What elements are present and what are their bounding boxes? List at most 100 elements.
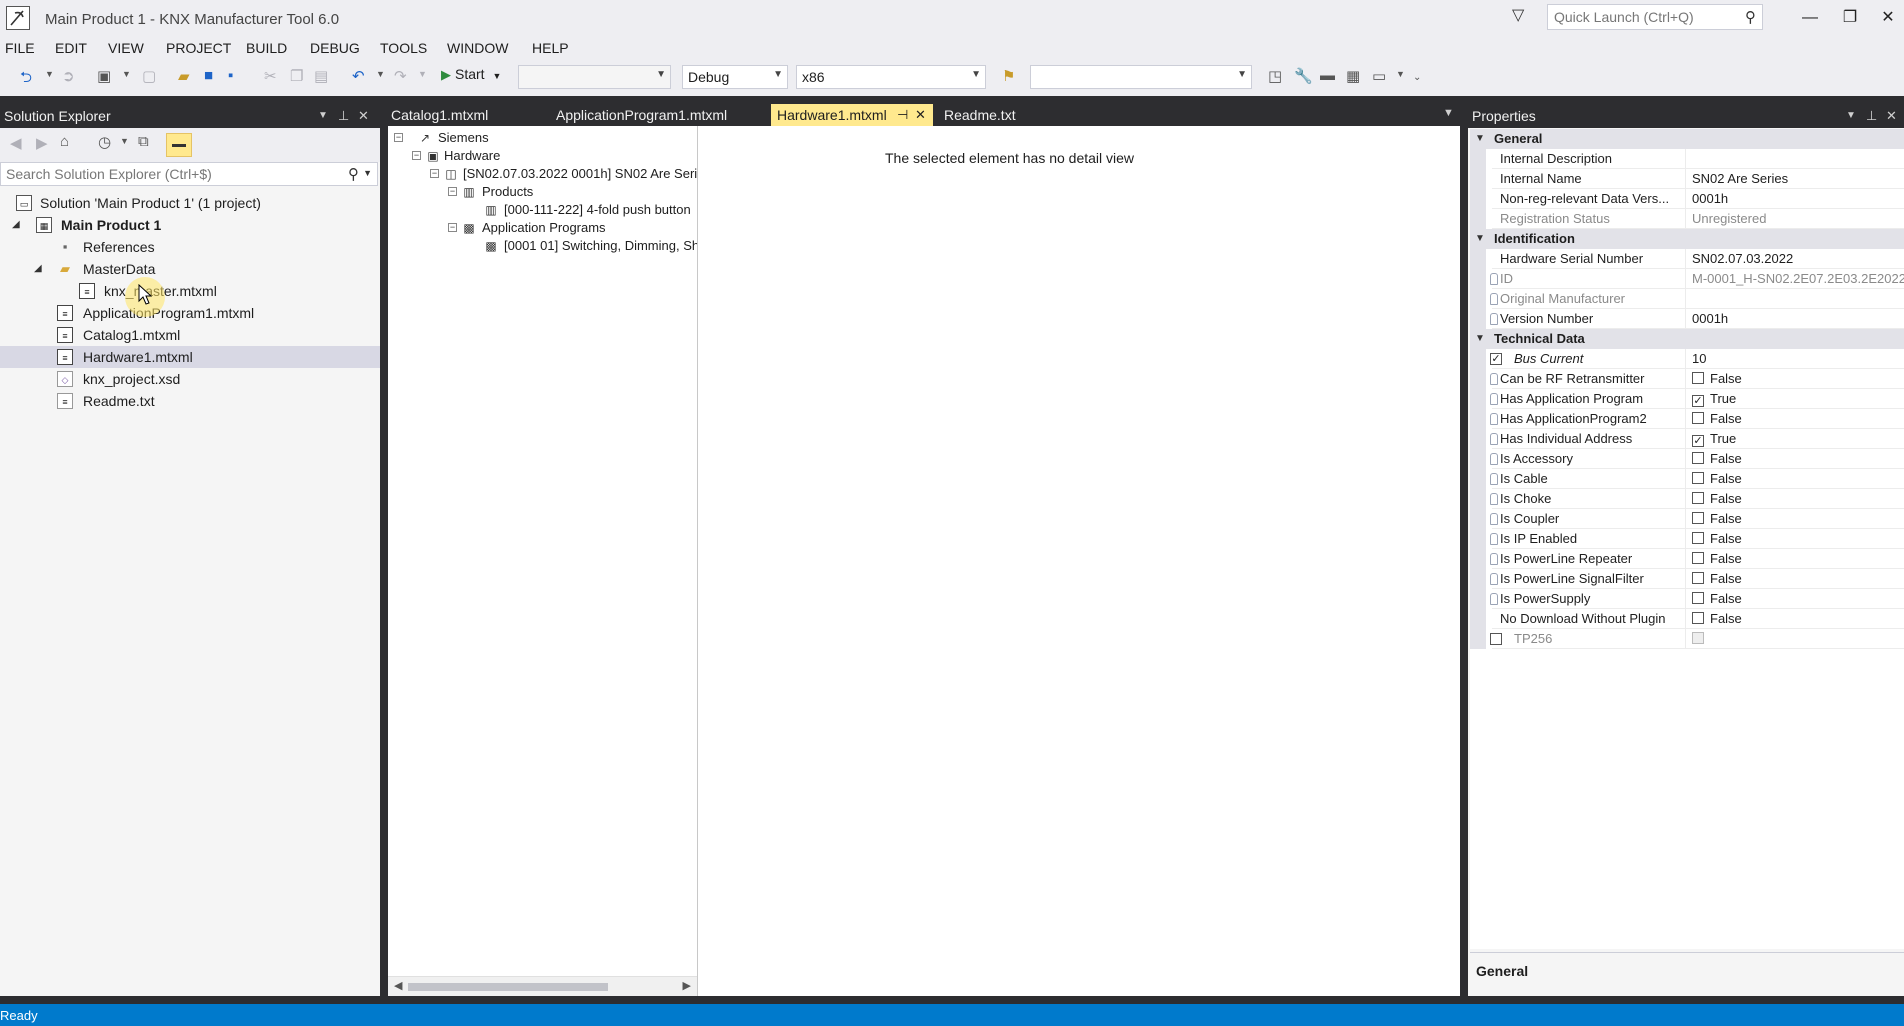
- pin-tab-icon[interactable]: ⊣: [897, 107, 908, 123]
- collapse-all-icon[interactable]: ⧉: [138, 133, 149, 150]
- property-row[interactable]: Internal Name SN02 Are Series: [1470, 169, 1904, 189]
- save-icon[interactable]: ■: [204, 67, 213, 84]
- checkbox-unchecked[interactable]: [1692, 372, 1704, 384]
- property-value[interactable]: False: [1686, 409, 1904, 429]
- checkbox-unchecked[interactable]: [1692, 552, 1704, 564]
- tree-item-solution[interactable]: ▭ Solution 'Main Product 1' (1 project): [0, 192, 380, 214]
- tab-readme[interactable]: Readme.txt: [938, 104, 1048, 126]
- menu-project[interactable]: PROJECT: [166, 40, 231, 56]
- property-value[interactable]: ✓ True: [1686, 429, 1904, 449]
- notification-filter-icon[interactable]: ▽: [1512, 5, 1524, 25]
- collapse-box-icon[interactable]: −: [430, 169, 439, 178]
- checkbox-unchecked[interactable]: [1692, 592, 1704, 604]
- scroll-left-icon[interactable]: ◀: [394, 979, 402, 992]
- start-debugging-button[interactable]: ▶ Start ▼: [441, 66, 501, 83]
- cut-icon[interactable]: ✂: [264, 67, 277, 85]
- home-icon[interactable]: ⌂: [60, 133, 69, 150]
- tree-item-applicationprogram1[interactable]: ≡ ApplicationProgram1.mtxml: [0, 302, 380, 324]
- property-row[interactable]: ✓ Bus Current 10: [1470, 349, 1904, 369]
- checkbox-unchecked[interactable]: [1692, 512, 1704, 524]
- new-dropdown-icon[interactable]: ▼: [122, 69, 131, 79]
- checkbox-unchecked[interactable]: [1692, 472, 1704, 484]
- property-row[interactable]: Has Application Program ✓ True: [1470, 389, 1904, 409]
- save-all-icon[interactable]: ▪: [228, 67, 233, 84]
- properties-wrench-icon[interactable]: 🔧: [1294, 67, 1313, 85]
- add-item-icon[interactable]: ▢: [142, 67, 156, 85]
- sync-active-document-button[interactable]: [166, 133, 192, 157]
- property-row[interactable]: Can be RF Retransmitter False: [1470, 369, 1904, 389]
- property-row[interactable]: Is Coupler False: [1470, 509, 1904, 529]
- property-row[interactable]: TP256: [1470, 629, 1904, 649]
- menu-debug[interactable]: DEBUG: [310, 40, 360, 56]
- solution-explorer-icon[interactable]: ◳: [1268, 67, 1282, 85]
- horizontal-scrollbar[interactable]: ◀ ▶: [388, 976, 697, 996]
- property-value[interactable]: 0001h: [1686, 189, 1904, 209]
- checkbox-unchecked[interactable]: [1692, 452, 1704, 464]
- menu-edit[interactable]: EDIT: [55, 40, 87, 56]
- property-value[interactable]: ✓ True: [1686, 389, 1904, 409]
- tree-item-project[interactable]: ◢ ▦ Main Product 1: [0, 214, 380, 236]
- copy-icon[interactable]: ❐: [290, 67, 303, 85]
- checkbox-unchecked[interactable]: [1692, 612, 1704, 624]
- solution-configuration-combo[interactable]: Debug ▼: [682, 65, 788, 89]
- paste-icon[interactable]: ▤: [314, 67, 328, 85]
- checkbox-checked[interactable]: ✓: [1692, 395, 1704, 407]
- tab-catalog1[interactable]: Catalog1.mtxml: [388, 104, 538, 126]
- find-in-files-icon[interactable]: ⚑: [1002, 67, 1015, 85]
- find-combo[interactable]: ▼: [1030, 65, 1252, 89]
- scroll-right-icon[interactable]: ▶: [683, 979, 691, 992]
- collapse-arrow-icon[interactable]: ▼: [1475, 229, 1485, 249]
- property-row[interactable]: Has ApplicationProgram2 False: [1470, 409, 1904, 429]
- property-row[interactable]: Registration Status Unregistered: [1470, 209, 1904, 229]
- property-row[interactable]: Internal Description: [1470, 149, 1904, 169]
- tree-item-knx-project-xsd[interactable]: ◇ knx_project.xsd: [0, 368, 380, 390]
- property-row[interactable]: Is IP Enabled False: [1470, 529, 1904, 549]
- property-row[interactable]: Is PowerLine SignalFilter False: [1470, 569, 1904, 589]
- property-row[interactable]: Is Cable False: [1470, 469, 1904, 489]
- pin-icon[interactable]: ⊥: [1866, 108, 1877, 124]
- property-value[interactable]: Unregistered: [1686, 209, 1904, 229]
- checkbox-unchecked[interactable]: [1692, 492, 1704, 504]
- property-value[interactable]: [1686, 149, 1904, 169]
- quick-launch-input[interactable]: Quick Launch (Ctrl+Q) ⚲: [1547, 4, 1763, 30]
- property-row[interactable]: Version Number 0001h: [1470, 309, 1904, 329]
- property-value[interactable]: False: [1686, 469, 1904, 489]
- property-value[interactable]: M-0001_H-SN02.2E07.2E03.2E2022: [1686, 269, 1904, 289]
- layout-dropdown-icon[interactable]: ▼: [1396, 69, 1405, 79]
- property-value[interactable]: False: [1686, 489, 1904, 509]
- tree-item-catalog1[interactable]: ≡ Catalog1.mtxml: [0, 324, 380, 346]
- property-row[interactable]: Is PowerLine Repeater False: [1470, 549, 1904, 569]
- forward-icon[interactable]: ▶: [36, 134, 48, 152]
- property-value[interactable]: False: [1686, 589, 1904, 609]
- property-value[interactable]: False: [1686, 509, 1904, 529]
- property-value[interactable]: False: [1686, 369, 1904, 389]
- scroll-thumb[interactable]: [408, 983, 608, 991]
- property-value[interactable]: False: [1686, 569, 1904, 589]
- back-dropdown-icon[interactable]: ▼: [45, 69, 54, 79]
- close-pane-icon[interactable]: ✕: [358, 108, 369, 124]
- tree-item-masterdata[interactable]: ◢ ▰ MasterData: [0, 258, 380, 280]
- checkbox-unchecked[interactable]: [1692, 572, 1704, 584]
- new-project-icon[interactable]: ▣: [97, 67, 111, 85]
- property-value[interactable]: False: [1686, 609, 1904, 629]
- tree-item-readme[interactable]: ≡ Readme.txt: [0, 390, 380, 412]
- property-value[interactable]: 10: [1686, 349, 1904, 369]
- property-row[interactable]: Hardware Serial Number SN02.07.03.2022: [1470, 249, 1904, 269]
- redo-icon[interactable]: ↷: [394, 67, 407, 85]
- tree-item-references[interactable]: ▪ References: [0, 236, 380, 258]
- tab-applicationprogram1[interactable]: ApplicationProgram1.mtxml: [542, 104, 762, 126]
- navigate-back-icon[interactable]: ⮌: [20, 67, 32, 92]
- close-window-button[interactable]: ✕: [1868, 5, 1904, 31]
- window-layout-icon[interactable]: ▭: [1372, 67, 1386, 85]
- property-value[interactable]: [1686, 289, 1904, 309]
- collapse-box-icon[interactable]: −: [448, 223, 457, 232]
- redo-dropdown-icon[interactable]: ▼: [418, 69, 427, 79]
- property-value[interactable]: 0001h: [1686, 309, 1904, 329]
- tab-hardware1[interactable]: Hardware1.mtxml ⊣ ✕: [771, 104, 933, 126]
- undo-dropdown-icon[interactable]: ▼: [376, 69, 385, 79]
- property-category[interactable]: ▼ Technical Data: [1470, 329, 1904, 349]
- property-value[interactable]: False: [1686, 549, 1904, 569]
- menu-view[interactable]: VIEW: [108, 40, 144, 56]
- checkbox-unchecked[interactable]: [1692, 412, 1704, 424]
- property-row[interactable]: Has Individual Address ✓ True: [1470, 429, 1904, 449]
